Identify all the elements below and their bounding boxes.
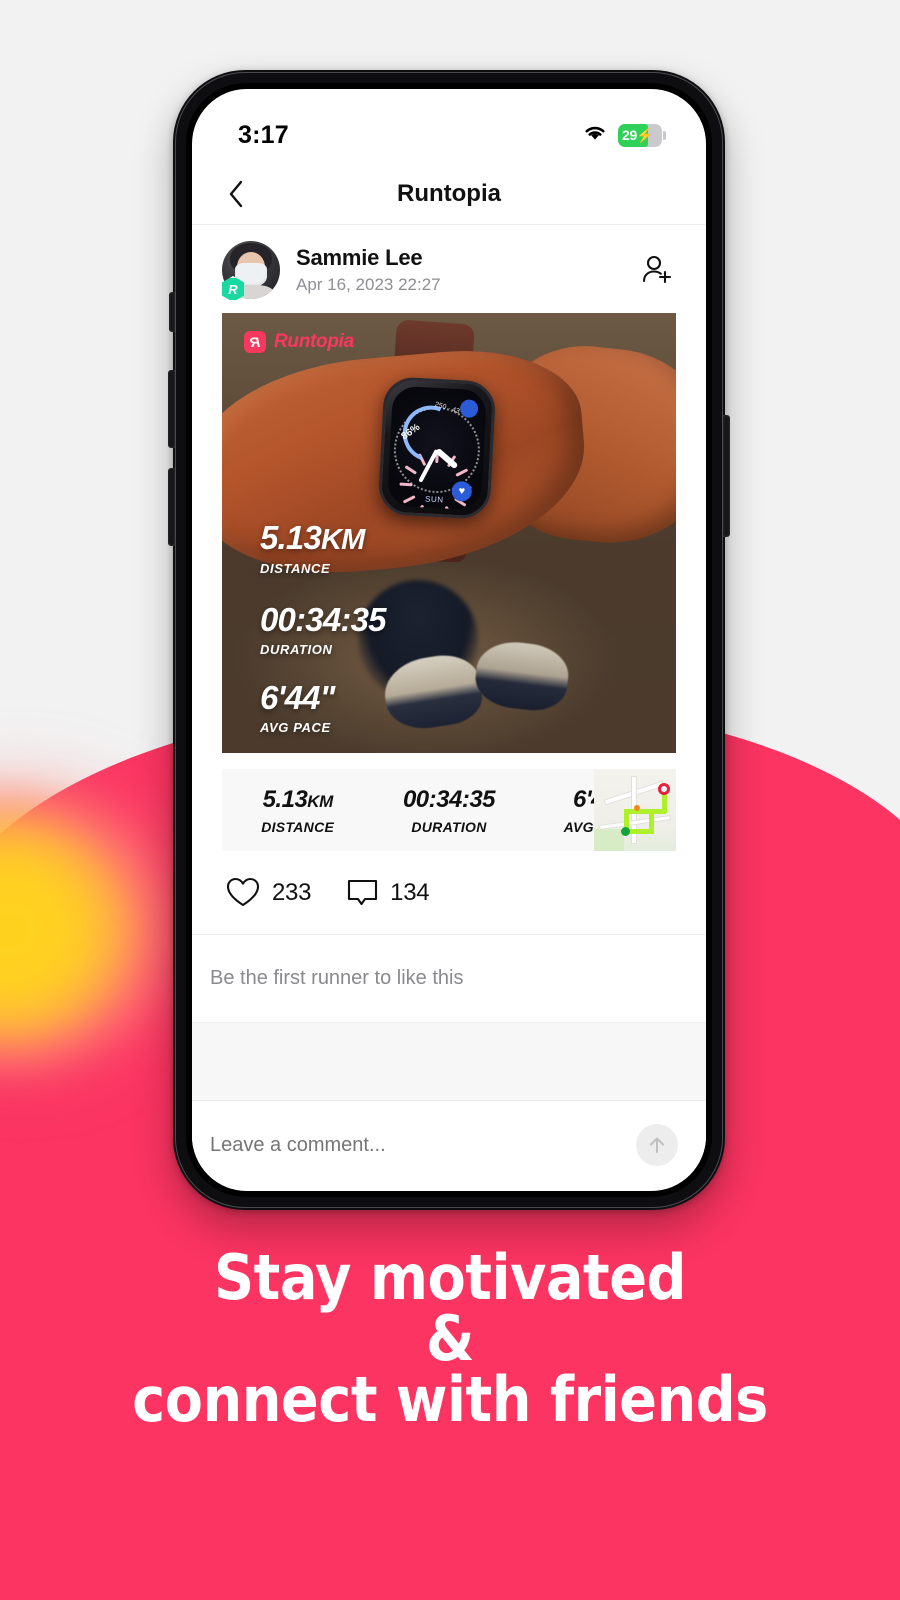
comment-bar bbox=[192, 1101, 706, 1189]
stat-duration: 00:34:35 DURATION bbox=[373, 786, 524, 835]
like-button[interactable]: 233 bbox=[226, 877, 311, 908]
like-prompt-text: Be the first runner to like this bbox=[210, 967, 464, 989]
avatar[interactable]: R bbox=[221, 241, 280, 302]
avatar-badge-letter: R bbox=[228, 281, 238, 297]
map-route-segment bbox=[649, 809, 654, 833]
overlay-distance-value: 5.13 bbox=[260, 519, 322, 556]
map-start-marker bbox=[621, 827, 630, 836]
smartwatch: 86% 250 · 43 · 05 ♥ SUN bbox=[377, 376, 497, 520]
overlay-duration-value: 00:34:35 bbox=[260, 601, 387, 638]
stat-distance-value: 5.13 bbox=[262, 785, 308, 813]
watch-face: 86% 250 · 43 · 05 ♥ SUN bbox=[386, 385, 487, 511]
post-author-name[interactable]: Sammie Lee bbox=[296, 245, 620, 271]
stat-duration-label: DURATION bbox=[411, 818, 487, 835]
back-button[interactable] bbox=[222, 180, 250, 208]
nav-bar: Runtopia bbox=[192, 163, 706, 225]
phone-bezel: 3:17 29 ⚡ Runtopia R Sammie Lee Apr 16, … bbox=[186, 83, 712, 1197]
add-friend-button[interactable] bbox=[636, 250, 676, 290]
app-store-screenshot: 3:17 29 ⚡ Runtopia R Sammie Lee Apr 16, … bbox=[0, 0, 900, 1600]
run-stats-row: 5.13KM DISTANCE 00:34:35 DURATION 6'44" … bbox=[222, 769, 676, 851]
post-timestamp: Apr 16, 2023 22:27 bbox=[296, 275, 441, 294]
runtopia-logo-icon: R bbox=[244, 331, 266, 353]
wifi-icon bbox=[582, 123, 608, 147]
overlay-pace-value: 6'44" bbox=[260, 679, 335, 716]
watch-day-label: SUN bbox=[424, 494, 444, 505]
power-button[interactable] bbox=[723, 415, 730, 537]
bolt-icon: ⚡ bbox=[635, 126, 654, 143]
watch-complication-top-right bbox=[459, 399, 479, 419]
overlay-pace-label: AVG PACE bbox=[260, 720, 331, 735]
phone-mockup: 3:17 29 ⚡ Runtopia R Sammie Lee Apr 16, … bbox=[168, 70, 730, 1210]
tagline-line-3: connect with friends bbox=[132, 1362, 768, 1436]
stat-distance: 5.13KM DISTANCE bbox=[222, 786, 373, 835]
comment-input[interactable] bbox=[210, 1133, 636, 1157]
volume-down-button[interactable] bbox=[168, 468, 175, 546]
map-end-marker bbox=[658, 783, 670, 795]
photo-overlay-duration: 00:34:35 DURATION bbox=[260, 601, 387, 657]
comments-empty-band bbox=[192, 1023, 706, 1101]
watch-complication-bottom-right: ♥ bbox=[451, 480, 473, 502]
map-park bbox=[594, 829, 624, 851]
route-map-thumbnail[interactable] bbox=[594, 769, 676, 851]
send-comment-button[interactable] bbox=[636, 1124, 678, 1166]
phone-screen: 3:17 29 ⚡ Runtopia R Sammie Lee Apr 16, … bbox=[192, 89, 706, 1191]
add-person-icon bbox=[642, 255, 672, 284]
photo-overlay-distance: 5.13KM DISTANCE bbox=[260, 521, 365, 576]
overlay-duration-label: DURATION bbox=[260, 642, 333, 657]
status-bar-indicators: 29 ⚡ bbox=[582, 123, 666, 147]
post-actions: 233 134 bbox=[192, 851, 706, 935]
arrow-up-icon bbox=[650, 1137, 664, 1153]
photo-overlay-pace: 6'44" AVG PACE bbox=[260, 681, 335, 735]
comment-button[interactable]: 134 bbox=[347, 878, 430, 908]
runtopia-watermark: R Runtopia bbox=[244, 331, 354, 353]
stat-distance-label: DISTANCE bbox=[261, 818, 335, 835]
stat-duration-value: 00:34:35 bbox=[402, 785, 496, 813]
battery-percent-label: 29 bbox=[622, 127, 637, 143]
status-bar-time: 3:17 bbox=[238, 120, 289, 149]
volume-up-button[interactable] bbox=[168, 370, 175, 448]
like-count: 233 bbox=[272, 878, 312, 906]
status-bar: 3:17 29 ⚡ bbox=[192, 89, 706, 163]
overlay-distance-unit: KM bbox=[321, 524, 365, 556]
map-route-segment bbox=[624, 809, 666, 814]
post-author-block: Sammie Lee Apr 16, 2023 22:27 bbox=[296, 245, 620, 295]
like-prompt-row[interactable]: Be the first runner to like this bbox=[192, 935, 706, 1023]
runtopia-watermark-text: Runtopia bbox=[274, 331, 354, 352]
post-header: R Sammie Lee Apr 16, 2023 22:27 bbox=[192, 225, 706, 313]
tagline-line-2: & bbox=[425, 1301, 475, 1375]
stat-distance-unit: KM bbox=[307, 791, 333, 811]
tagline-line-1: Stay motivated bbox=[214, 1241, 687, 1314]
battery-indicator: 29 ⚡ bbox=[618, 123, 666, 147]
chevron-left-icon bbox=[229, 180, 243, 207]
post-photo[interactable]: 86% 250 · 43 · 05 ♥ SUN R Runtopia 5.13K… bbox=[222, 313, 676, 753]
heart-icon bbox=[226, 877, 260, 907]
map-waypoint-marker bbox=[634, 805, 640, 811]
overlay-distance-label: DISTANCE bbox=[260, 561, 331, 576]
marketing-tagline: Stay motivated & connect with friends bbox=[0, 1241, 900, 1436]
comment-bubble-icon bbox=[348, 879, 378, 905]
mute-switch[interactable] bbox=[169, 292, 175, 332]
page-title: Runtopia bbox=[397, 179, 501, 207]
comment-count: 134 bbox=[390, 878, 430, 906]
